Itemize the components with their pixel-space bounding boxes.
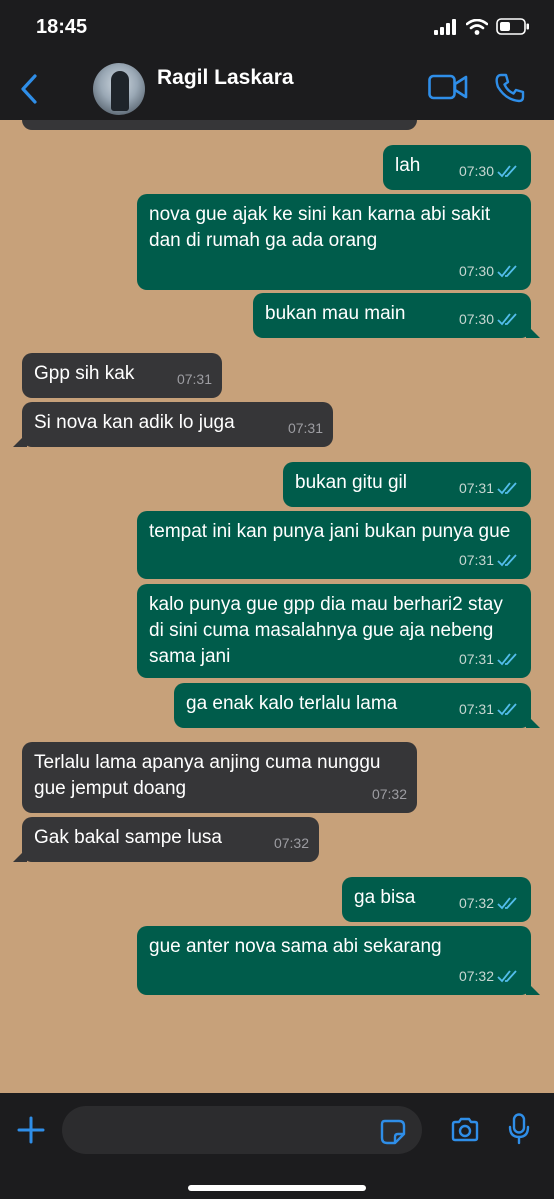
message-bubble-partial — [22, 120, 417, 130]
message-meta: 07:31 — [459, 646, 521, 672]
status-time: 18:45 — [36, 16, 88, 38]
home-indicator — [188, 1185, 366, 1191]
message-time: 07:30 — [458, 163, 494, 179]
message-time: 07:30 — [458, 311, 494, 327]
battery-icon — [496, 18, 529, 35]
message-bubble[interactable]: Gpp sih kak 07:31 — [22, 353, 222, 398]
status-bar: 18:45 — [0, 0, 554, 50]
avatar[interactable] — [93, 63, 145, 115]
double-check-icon — [497, 970, 517, 983]
message-bubble[interactable]: lah 07:30 — [383, 145, 531, 190]
double-check-icon — [497, 554, 517, 567]
message-text: Gak bakal sampe lusa — [34, 827, 222, 848]
contact-name[interactable]: Ragil Laskara — [157, 66, 294, 90]
message-meta: 07:32 — [459, 890, 521, 916]
message-meta: 07:30 — [459, 258, 521, 284]
sticker-icon[interactable] — [380, 1119, 406, 1145]
message-bubble[interactable]: kalo punya gue gpp dia mau berhari2 stay… — [137, 584, 531, 678]
message-bubble[interactable]: Si nova kan adik lo juga 07:31 — [22, 402, 333, 447]
message-time: 07:31 — [176, 371, 212, 387]
message-meta: 07:32 — [459, 963, 521, 989]
message-bubble[interactable]: nova gue ajak ke sini kan karna abi saki… — [137, 194, 531, 290]
message-time: 07:32 — [458, 968, 494, 984]
camera-icon[interactable] — [450, 1117, 480, 1143]
double-check-icon — [497, 482, 517, 495]
double-check-icon — [497, 165, 517, 178]
phone-icon[interactable] — [494, 72, 526, 104]
double-check-icon — [497, 897, 517, 910]
message-meta: 07:31 — [288, 415, 323, 441]
message-bubble[interactable]: gue anter nova sama abi sekarang 07:32 — [137, 926, 531, 995]
message-list[interactable]: lah 07:30 nova gue ajak ke sini kan karn… — [0, 120, 554, 1093]
double-check-icon — [497, 653, 517, 666]
double-check-icon — [497, 703, 517, 716]
message-bubble[interactable]: Terlalu lama apanya anjing cuma nunggu g… — [22, 742, 417, 813]
chat-header: Ragil Laskara — [0, 50, 554, 120]
message-meta: 07:31 — [459, 475, 521, 501]
plus-icon[interactable] — [16, 1115, 46, 1145]
video-camera-icon[interactable] — [428, 74, 468, 100]
wifi-icon — [466, 18, 488, 35]
message-bubble[interactable]: tempat ini kan punya jani bukan punya gu… — [137, 511, 531, 579]
message-time: 07:32 — [371, 786, 407, 802]
message-bubble[interactable]: Gak bakal sampe lusa 07:32 — [22, 817, 319, 862]
message-meta: 07:32 — [274, 830, 309, 856]
message-meta: 07:32 — [372, 781, 407, 807]
message-bubble[interactable]: bukan mau main 07:30 — [253, 293, 531, 338]
message-text: Terlalu lama apanya anjing cuma nunggu g… — [34, 752, 386, 799]
message-time: 07:31 — [458, 480, 494, 496]
double-check-icon — [497, 265, 517, 278]
message-time: 07:32 — [273, 835, 309, 851]
message-time: 07:31 — [458, 701, 494, 717]
message-time: 07:31 — [458, 651, 494, 667]
microphone-icon[interactable] — [508, 1113, 530, 1145]
message-input[interactable] — [62, 1106, 422, 1154]
message-meta: 07:30 — [459, 306, 521, 332]
signal-icon — [434, 18, 456, 35]
message-meta: 07:31 — [459, 547, 521, 573]
message-text: nova gue ajak ke sini kan karna abi saki… — [149, 204, 496, 251]
status-icons — [434, 18, 530, 35]
message-time: 07:31 — [458, 552, 494, 568]
message-time: 07:30 — [458, 263, 494, 279]
message-time: 07:32 — [458, 895, 494, 911]
message-bubble[interactable]: ga bisa 07:32 — [342, 877, 531, 922]
message-meta: 07:31 — [177, 366, 212, 392]
message-text: Si nova kan adik lo juga — [34, 412, 235, 433]
message-text: tempat ini kan punya jani bukan punya gu… — [149, 521, 511, 542]
message-bubble[interactable]: ga enak kalo terlalu lama 07:31 — [174, 683, 531, 728]
message-meta: 07:31 — [459, 696, 521, 722]
message-composer — [0, 1093, 554, 1199]
message-meta: 07:30 — [459, 158, 521, 184]
chevron-left-icon[interactable] — [18, 72, 40, 106]
message-text: gue anter nova sama abi sekarang — [149, 936, 442, 957]
message-time: 07:31 — [287, 420, 323, 436]
message-bubble[interactable]: bukan gitu gil 07:31 — [283, 462, 531, 507]
double-check-icon — [497, 313, 517, 326]
